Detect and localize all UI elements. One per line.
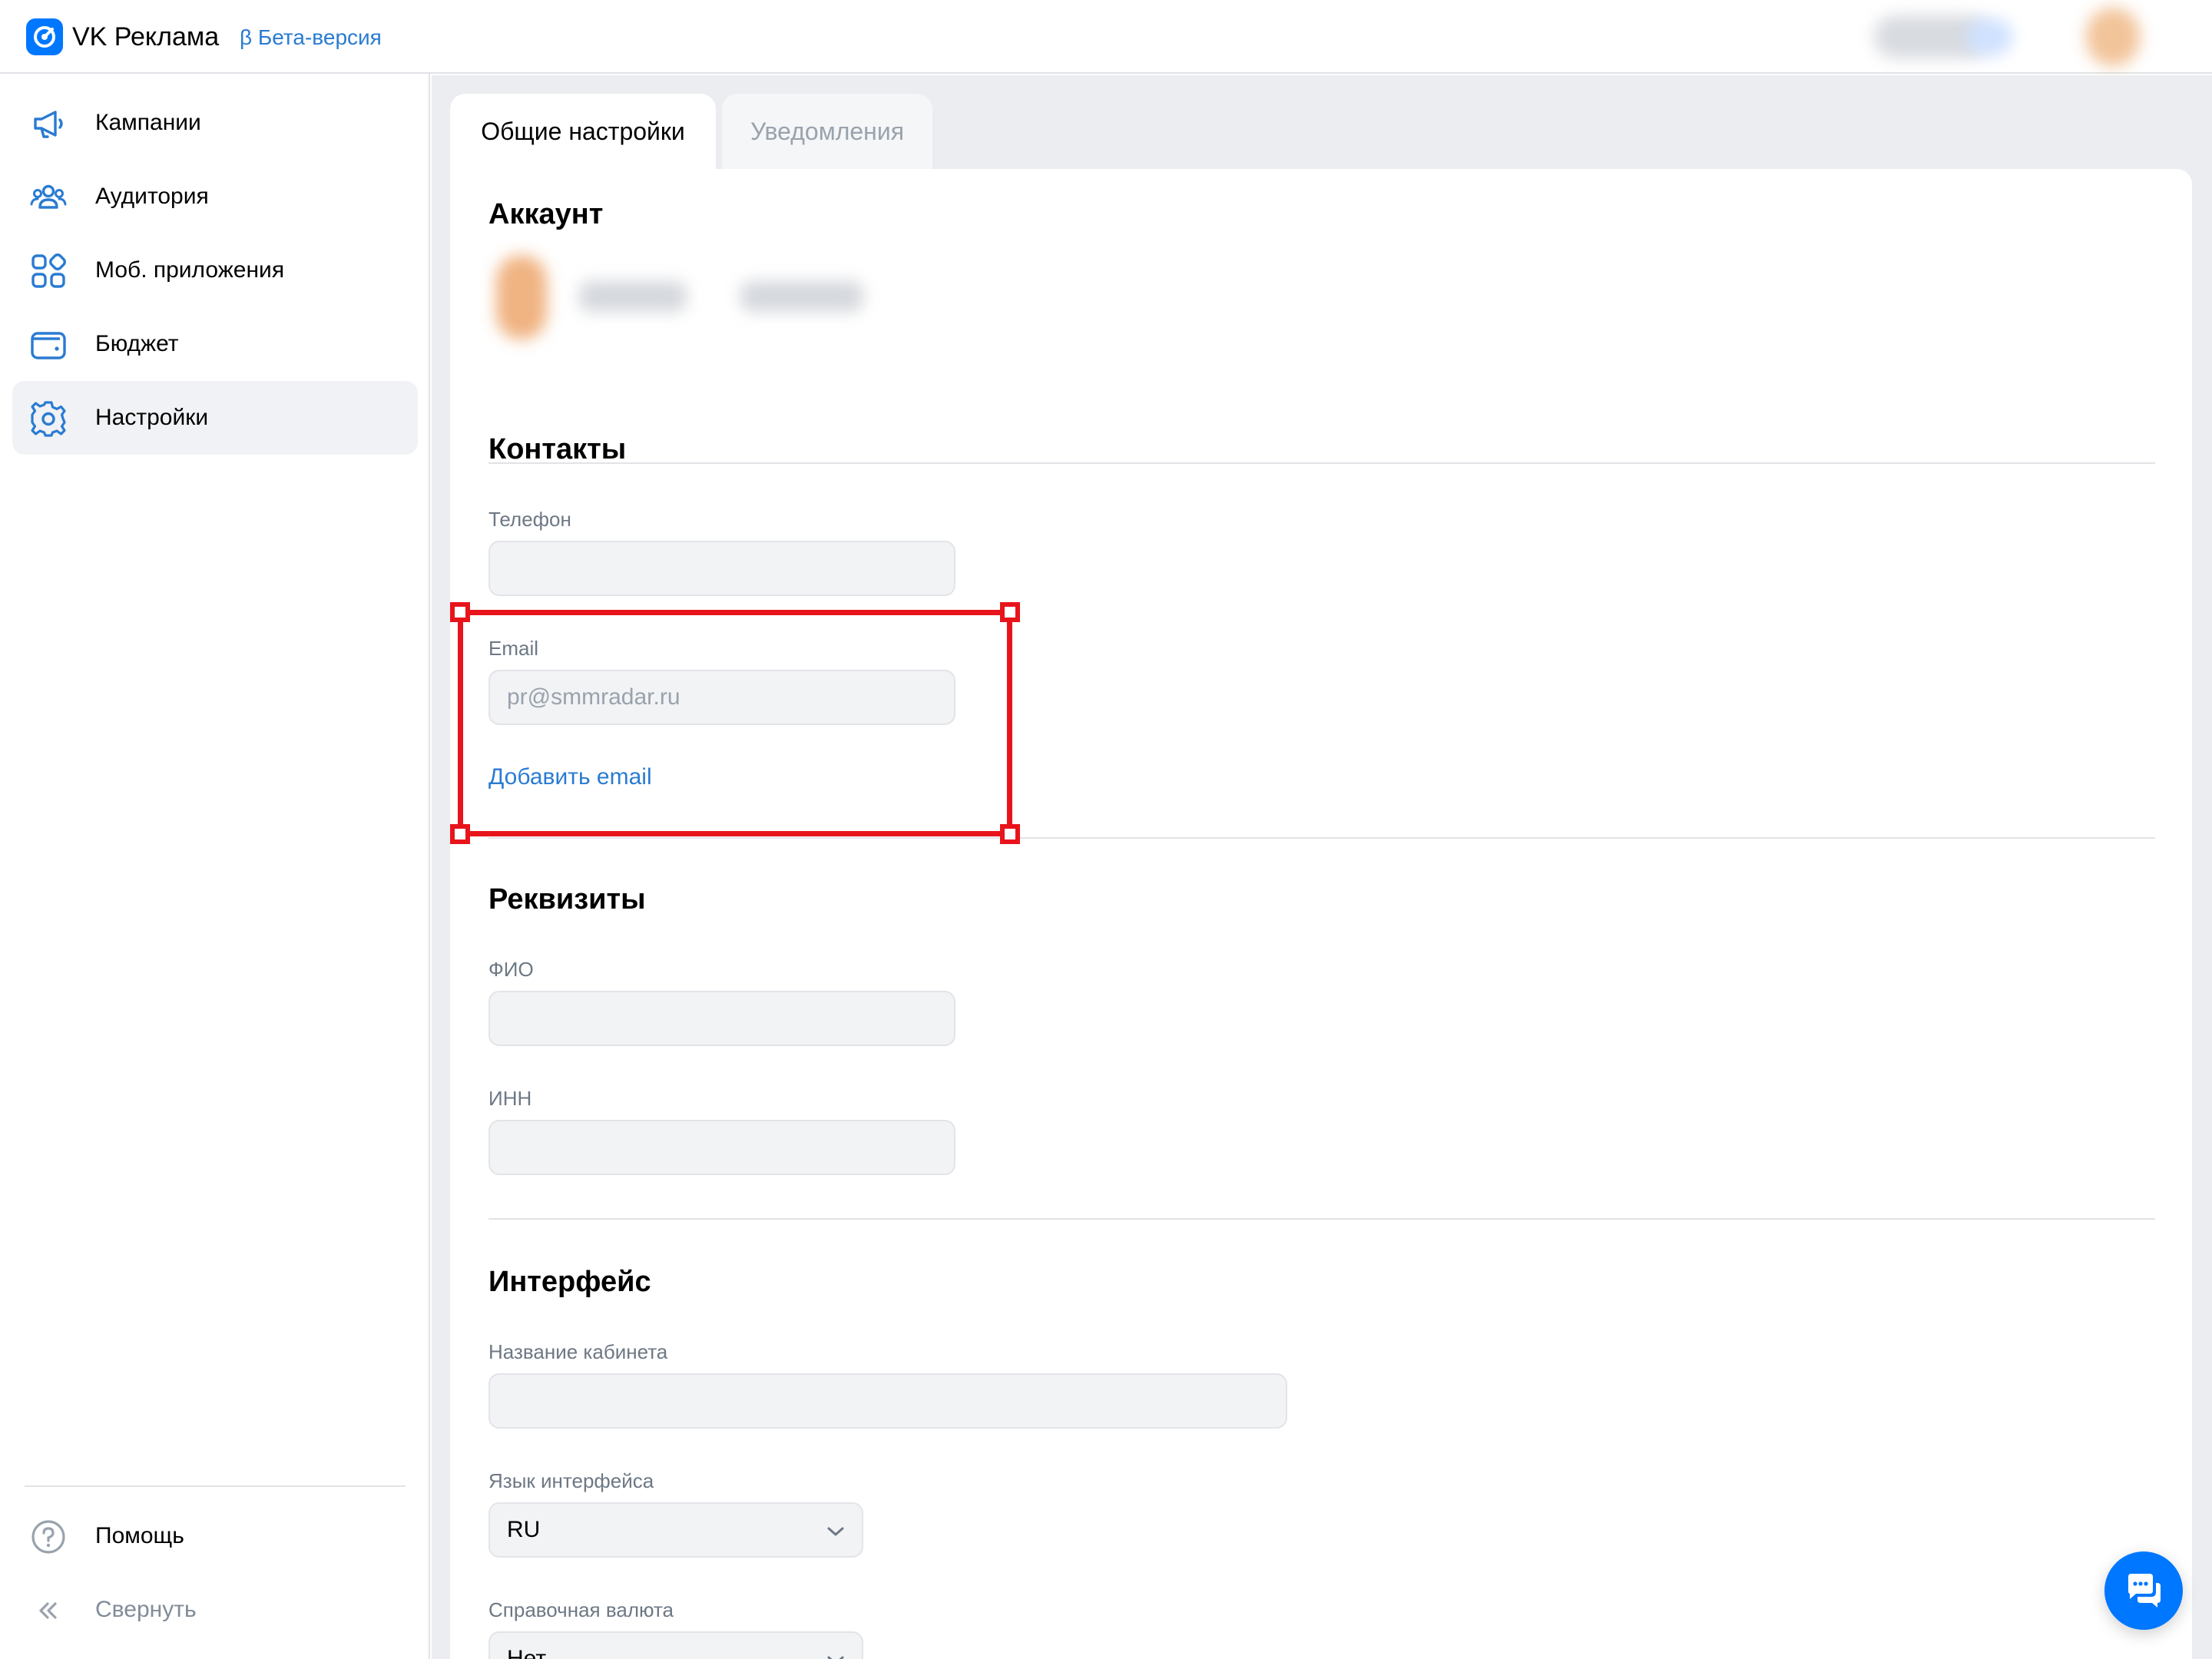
sidebar-item-help[interactable]: Помощь	[12, 1499, 418, 1573]
email-label: Email	[488, 637, 539, 660]
section-title-interface: Интерфейс	[488, 1266, 651, 1298]
blurred-balance-badge	[1966, 18, 2012, 55]
tab-label: Общие настройки	[481, 117, 685, 145]
language-select[interactable]: RU	[488, 1502, 863, 1558]
tab-label: Уведомления	[750, 117, 905, 145]
blurred-account-id	[740, 281, 863, 312]
chat-bubbles-icon	[2128, 1574, 2161, 1608]
settings-card: Аккаунт Контакты Телефон Email Добавить …	[450, 169, 2192, 1659]
sidebar: Кампании Аудитория Моб. приложения Бюдже…	[0, 74, 430, 1659]
inn-field[interactable]	[488, 1120, 955, 1175]
megaphone-icon	[34, 111, 63, 138]
tab-general-settings[interactable]: Общие настройки	[450, 94, 716, 169]
add-email-link[interactable]: Добавить email	[488, 762, 652, 793]
sidebar-item-label: Настройки	[95, 405, 209, 430]
users-icon	[30, 184, 67, 209]
cabinet-name-field[interactable]	[488, 1373, 1287, 1429]
brand-name[interactable]: VK Реклама	[72, 22, 219, 52]
section-title-requisites: Реквизиты	[488, 883, 646, 916]
chat-button[interactable]	[2104, 1551, 2183, 1630]
vk-ads-logo-icon[interactable]	[26, 18, 63, 55]
sidebar-item-label: Бюджет	[95, 331, 179, 356]
account-avatar	[496, 255, 547, 339]
wallet-icon	[31, 332, 66, 359]
phone-field[interactable]	[488, 541, 955, 596]
help-circle-icon	[31, 1520, 65, 1554]
sidebar-divider	[25, 1485, 406, 1487]
sidebar-item-label: Кампании	[95, 110, 201, 135]
section-divider	[488, 462, 2155, 464]
sidebar-item-campaigns[interactable]: Кампании	[12, 86, 418, 160]
beta-badge[interactable]: β Бета-версия	[240, 23, 382, 52]
double-chevron-left-icon	[39, 1602, 57, 1619]
sidebar-item-budget[interactable]: Бюджет	[12, 307, 418, 381]
avatar[interactable]	[2086, 8, 2140, 66]
section-title-account: Аккаунт	[488, 198, 604, 230]
language-value: RU	[507, 1517, 541, 1542]
language-label: Язык интерфейса	[488, 1469, 654, 1492]
sidebar-item-label: Помощь	[95, 1523, 184, 1548]
sidebar-item-settings[interactable]: Настройки	[12, 381, 418, 455]
chevron-down-icon	[827, 1527, 844, 1536]
chevron-down-icon	[827, 1656, 844, 1659]
fio-field[interactable]	[488, 991, 955, 1046]
main-content: Общие настройки Уведомления Аккаунт Конт…	[432, 75, 2212, 1659]
sidebar-item-label: Свернуть	[95, 1597, 197, 1622]
gear-icon	[31, 401, 66, 437]
apps-grid-icon	[31, 253, 66, 288]
sidebar-item-mobile-apps[interactable]: Моб. приложения	[12, 233, 418, 307]
sidebar-item-audience[interactable]: Аудитория	[12, 160, 418, 233]
email-field[interactable]	[488, 670, 955, 725]
currency-label: Справочная валюта	[488, 1598, 674, 1621]
currency-select[interactable]: Нет	[488, 1631, 863, 1659]
sidebar-item-label: Моб. приложения	[95, 257, 285, 283]
inn-label: ИНН	[488, 1087, 532, 1110]
sidebar-item-label: Аудитория	[95, 184, 209, 209]
blurred-account-name	[579, 281, 687, 312]
phone-label: Телефон	[488, 508, 571, 531]
tab-notifications[interactable]: Уведомления	[722, 94, 932, 169]
section-divider	[488, 1218, 2155, 1220]
section-title-contacts: Контакты	[488, 433, 627, 465]
currency-value: Нет	[507, 1646, 547, 1659]
fio-label: ФИО	[488, 958, 534, 981]
cabinet-name-label: Название кабинета	[488, 1340, 668, 1363]
sidebar-collapse-button[interactable]: Свернуть	[12, 1573, 418, 1647]
section-divider	[488, 837, 2155, 839]
top-header: VK Реклама β Бета-версия	[0, 0, 2212, 74]
